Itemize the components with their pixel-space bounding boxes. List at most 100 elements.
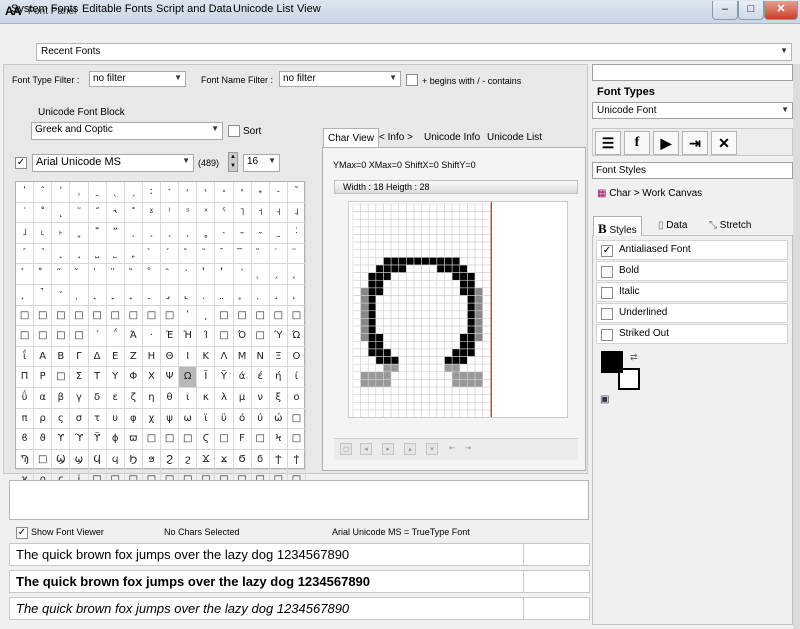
- glyph-cell[interactable]: □: [287, 408, 306, 430]
- pixel-off[interactable]: [406, 333, 415, 342]
- pixel-off[interactable]: [398, 310, 407, 319]
- pixel-on[interactable]: [451, 371, 461, 380]
- pixel-off[interactable]: [375, 257, 384, 266]
- glyph-cell[interactable]: ̚: [34, 284, 53, 306]
- pixel-on[interactable]: [383, 379, 392, 388]
- glyph-cell[interactable]: ̦: [251, 284, 270, 306]
- pixel-off[interactable]: [428, 363, 438, 373]
- menu-list-icon[interactable]: ☰: [595, 131, 621, 155]
- font-size-select[interactable]: 16 ▼: [243, 154, 280, 172]
- glyph-cell[interactable]: □: [215, 305, 234, 327]
- glyph-cell[interactable]: ˿: [124, 243, 143, 265]
- pixel-off[interactable]: [436, 318, 445, 327]
- glyph-cell[interactable]: ̑: [161, 264, 180, 285]
- glyph-cell[interactable]: ξ: [269, 387, 288, 409]
- glyph-cell[interactable]: ϧ: [142, 449, 161, 471]
- glyph-cell[interactable]: ˕: [233, 182, 252, 203]
- pixel-on[interactable]: [375, 341, 384, 350]
- pixel-off[interactable]: [390, 341, 400, 350]
- pixel-off[interactable]: [467, 234, 476, 243]
- pixel-off[interactable]: [383, 295, 392, 304]
- pixel-off[interactable]: [352, 234, 361, 243]
- fit-icon[interactable]: ◻: [340, 443, 352, 455]
- pixel-off[interactable]: [459, 310, 468, 319]
- glyph-cell[interactable]: ̓: [197, 264, 216, 285]
- pixel-on[interactable]: [375, 379, 384, 388]
- glyph-cell[interactable]: ˍ: [88, 182, 107, 203]
- pixel-on[interactable]: [474, 318, 483, 327]
- pixel-off[interactable]: [352, 363, 361, 373]
- pixel-on[interactable]: [459, 371, 468, 380]
- pixel-off[interactable]: [360, 264, 369, 273]
- pixel-off[interactable]: [413, 295, 422, 304]
- glyph-cell[interactable]: ̋: [52, 264, 71, 285]
- glyph-cell[interactable]: ζ: [124, 387, 143, 409]
- pixel-off[interactable]: [459, 409, 468, 418]
- glyph-cell[interactable]: χ: [142, 408, 161, 430]
- pixel-off[interactable]: [436, 241, 445, 251]
- italic-checkbox[interactable]: [601, 287, 613, 299]
- glyph-cell[interactable]: ι: [179, 387, 198, 409]
- pixel-off[interactable]: [459, 402, 468, 411]
- pixel-off[interactable]: [444, 379, 453, 388]
- glyph-cell[interactable]: ˩: [16, 223, 35, 244]
- pixel-off[interactable]: [390, 310, 400, 319]
- antialiased-checkbox[interactable]: ✓: [601, 245, 613, 257]
- glyph-cell[interactable]: Ί: [197, 326, 216, 347]
- pixel-off[interactable]: [390, 348, 400, 357]
- glyph-cell[interactable]: ν: [251, 387, 270, 409]
- pixel-off[interactable]: [375, 234, 384, 243]
- glyph-cell[interactable]: ̠: [142, 284, 161, 306]
- glyph-cell[interactable]: Ή: [179, 326, 198, 347]
- pixel-on[interactable]: [467, 295, 476, 304]
- pixel-on[interactable]: [474, 379, 483, 388]
- pixel-off[interactable]: [406, 409, 415, 418]
- pixel-off[interactable]: [413, 409, 422, 418]
- glyph-cell[interactable]: ˾: [106, 243, 125, 265]
- glyph-cell[interactable]: κ: [197, 387, 216, 409]
- pixel-on[interactable]: [459, 272, 468, 281]
- pixel-off[interactable]: [474, 249, 483, 258]
- glyph-cell[interactable]: ϒ: [52, 429, 71, 450]
- pixel-off[interactable]: [413, 348, 422, 357]
- pixel-on[interactable]: [474, 302, 483, 312]
- pixel-on[interactable]: [398, 257, 407, 266]
- pixel-off[interactable]: [406, 279, 415, 289]
- pixel-off[interactable]: [398, 386, 407, 396]
- pixel-off[interactable]: [421, 379, 430, 388]
- pixel-on[interactable]: [474, 310, 483, 319]
- glyph-cell[interactable]: ̡: [161, 284, 180, 306]
- pixel-off[interactable]: [428, 341, 438, 350]
- pixel-off[interactable]: [444, 371, 453, 380]
- pixel-on[interactable]: [383, 371, 392, 380]
- pixel-off[interactable]: [459, 203, 468, 212]
- pixel-off[interactable]: [436, 211, 445, 220]
- pixel-off[interactable]: [421, 341, 430, 350]
- pixel-on[interactable]: [383, 356, 392, 365]
- glyph-cell[interactable]: ˵: [233, 223, 252, 244]
- pixel-off[interactable]: [444, 386, 453, 396]
- pixel-off[interactable]: [406, 241, 415, 251]
- pixel-off[interactable]: [367, 203, 377, 212]
- glyph-cell[interactable]: Έ: [161, 326, 180, 347]
- pixel-on[interactable]: [459, 356, 468, 365]
- recent-fonts-select[interactable]: Recent Fonts ▼: [36, 43, 792, 61]
- pixel-off[interactable]: [398, 356, 407, 365]
- glyph-cell[interactable]: ˨: [287, 202, 306, 224]
- glyph-cell[interactable]: □: [215, 429, 234, 450]
- pixel-off[interactable]: [467, 402, 476, 411]
- pixel-off[interactable]: [383, 325, 392, 334]
- pixel-on[interactable]: [467, 333, 476, 342]
- pixel-off[interactable]: [451, 341, 461, 350]
- glyph-cell[interactable]: ̆: [251, 243, 270, 265]
- glyph-cell[interactable]: Σ: [70, 367, 89, 388]
- pixel-off[interactable]: [428, 203, 438, 212]
- glyph-cell[interactable]: □: [34, 305, 53, 327]
- pixel-off[interactable]: [482, 203, 491, 212]
- pixel-off[interactable]: [467, 356, 476, 365]
- pixel-off[interactable]: [444, 409, 453, 418]
- glyph-cell[interactable]: ˺: [34, 243, 53, 265]
- pixel-on[interactable]: [436, 257, 445, 266]
- pixel-off[interactable]: [482, 348, 491, 357]
- pixel-off[interactable]: [467, 218, 476, 228]
